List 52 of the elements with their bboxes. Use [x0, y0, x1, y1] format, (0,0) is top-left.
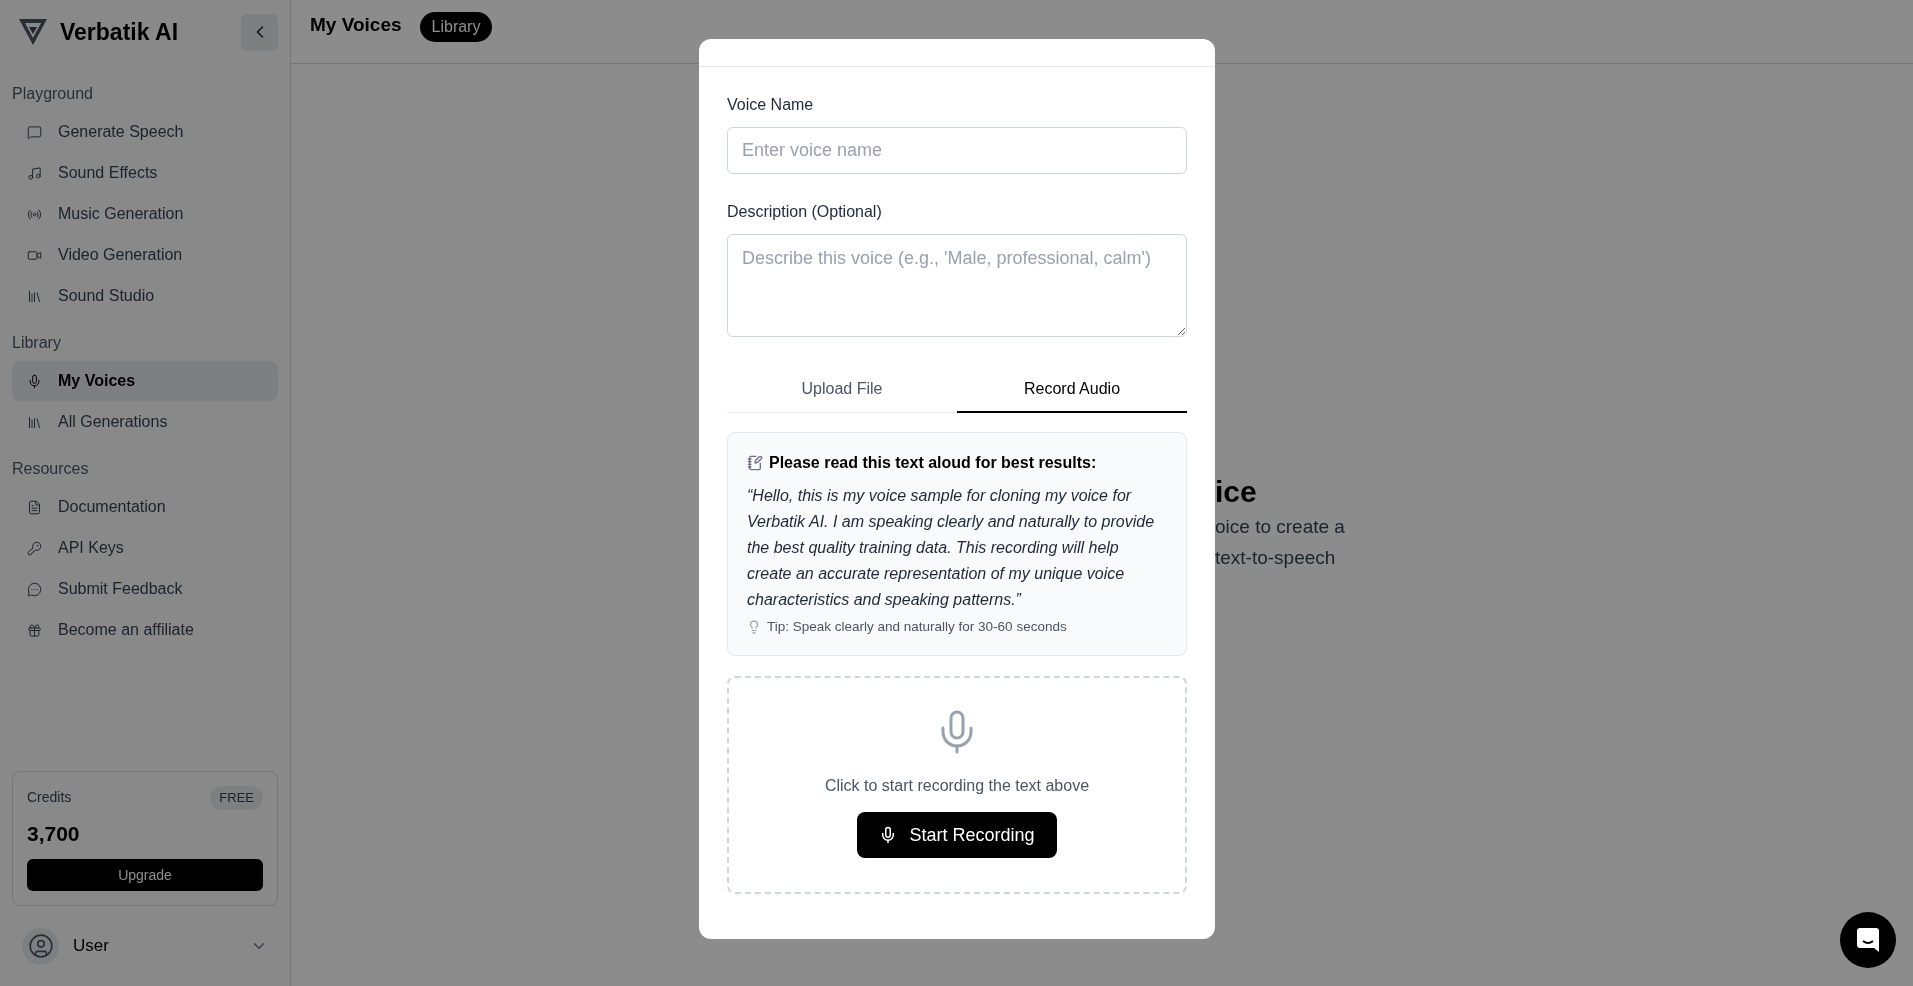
nav-item[interactable]: All Generations — [12, 402, 278, 442]
nav-item[interactable]: API Keys — [12, 528, 278, 568]
prompt-heading: Please read this text aloud for best results: — [769, 453, 1097, 473]
key-icon — [27, 540, 42, 556]
notepad-icon — [747, 455, 763, 471]
nav-item[interactable]: Sound Effects — [12, 153, 278, 193]
field-label: Voice Name — [727, 95, 815, 115]
logo-icon — [18, 18, 48, 46]
chat-button[interactable] — [1840, 912, 1896, 968]
credits-amount: 3,700 — [27, 820, 81, 847]
nav-item[interactable]: My Voices — [12, 361, 278, 401]
section-label: Library — [12, 333, 62, 353]
field-label: Description (Optional) — [727, 202, 883, 222]
credits-label: Credits — [27, 788, 72, 808]
music-note-icon — [27, 165, 42, 181]
tab[interactable]: Record Audio — [957, 367, 1187, 413]
lightbulb-icon — [747, 620, 761, 635]
nav-item[interactable]: Generate Speech — [12, 112, 278, 152]
section-label: Playground — [12, 84, 94, 104]
nav-item[interactable]: Documentation — [12, 487, 278, 527]
microphone-icon — [27, 373, 42, 389]
chat-bubble-icon — [27, 581, 42, 597]
nav-item[interactable]: Submit Feedback — [12, 569, 278, 609]
tab[interactable]: Upload File — [727, 367, 957, 413]
upgrade-button[interactable]: Upgrade — [27, 859, 263, 891]
gift-icon — [27, 622, 42, 638]
brand-name: Verbatik AI — [60, 17, 179, 47]
nav-item[interactable]: Video Generation — [12, 235, 278, 275]
description-field[interactable]: Describe this voice (e.g., 'Male, professional, calm') — [727, 234, 1187, 337]
speech-bubble-icon — [27, 124, 42, 140]
tip-text: Tip: Speak clearly and naturally for 30-60 seconds — [767, 618, 1067, 636]
sample-text: “Hello, this is my voice sample for cloning my voice for Verbatik AI. I am speaking clearly and naturally to provide the best quality training data. This recording will help create an accurate representation of my unique voice characteristics and speaking patterns.” — [747, 486, 1156, 610]
library-icon — [27, 414, 42, 430]
voice-name-field[interactable]: Enter voice name — [727, 127, 1187, 174]
empty-state-text: text-to-speech — [1215, 546, 1337, 570]
user-name: User — [73, 935, 110, 958]
plan-badge: FREE — [210, 786, 263, 810]
nav-item[interactable]: Become an affiliate — [12, 610, 278, 650]
nav-item[interactable]: Sound Studio — [12, 276, 278, 316]
page-title: My Voices — [310, 13, 402, 37]
library-icon — [27, 288, 42, 304]
avatar-icon — [27, 933, 54, 959]
user-menu[interactable]: User — [12, 906, 278, 986]
recording-hint: Click to start recording the text above — [824, 776, 1090, 797]
document-icon — [27, 499, 42, 515]
chat-icon — [1856, 927, 1880, 953]
library-badge: Library — [419, 12, 493, 42]
empty-state-text: oice to create a — [1215, 515, 1346, 539]
start-recording-button[interactable]: Start Recording — [857, 812, 1057, 859]
section-label: Resources — [12, 459, 90, 479]
empty-state-heading: ice — [1215, 474, 1258, 510]
nav-item[interactable]: Music Generation — [12, 194, 278, 234]
